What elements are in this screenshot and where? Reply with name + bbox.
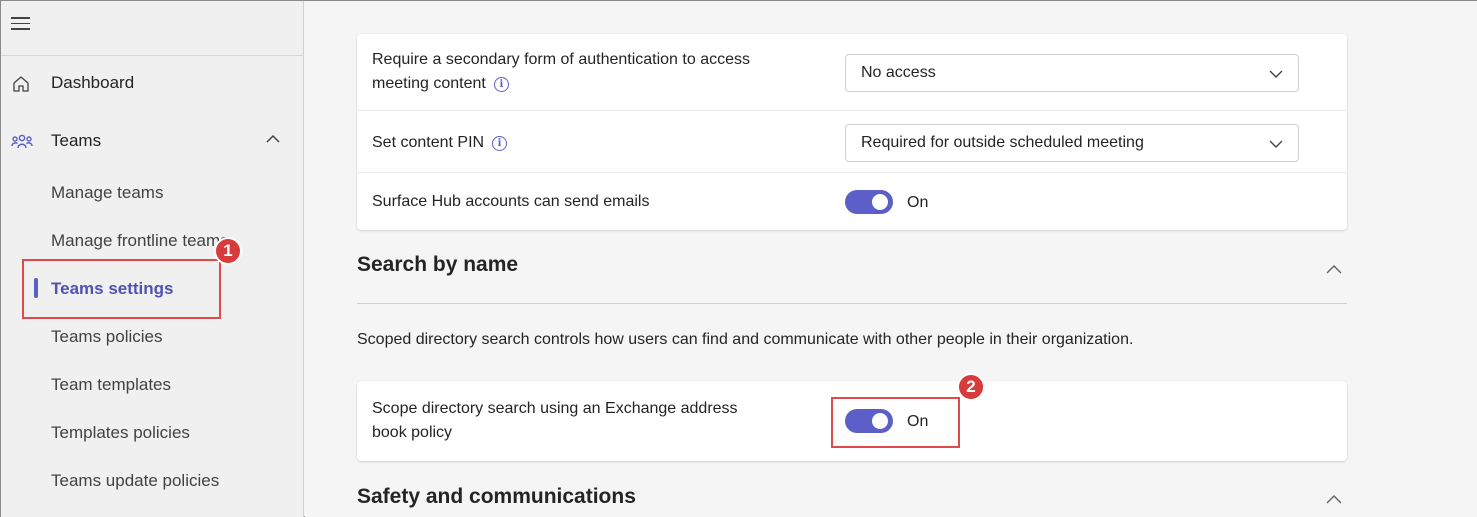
chevron-up-icon[interactable] <box>265 131 281 147</box>
surface-hub-email-toggle[interactable] <box>845 190 893 214</box>
sidebar-item-teams-policies[interactable]: Teams policies <box>51 327 163 347</box>
callout-highlight-box <box>831 397 960 448</box>
row-label: Scope directory search using an Exchange… <box>372 400 738 441</box>
sidebar-item-label: Dashboard <box>51 73 135 92</box>
callout-highlight-box <box>22 259 221 319</box>
row-label: Require a secondary form of authenticati… <box>372 51 750 92</box>
info-icon[interactable]: i <box>492 136 508 151</box>
sidebar-item-manage-frontline-teams[interactable]: Manage frontline teams <box>51 231 229 251</box>
sidebar-divider <box>1 55 304 56</box>
toggle-state-label: On <box>907 194 929 211</box>
section-title: Search by name <box>357 253 519 276</box>
sidebar-item-templates-policies[interactable]: Templates policies <box>51 423 190 443</box>
chevron-down-icon <box>1268 66 1284 82</box>
sidebar-item-team-templates[interactable]: Team templates <box>51 375 171 395</box>
sidebar-item-label: Teams <box>51 131 102 150</box>
chevron-down-icon <box>1268 136 1284 152</box>
callout-badge: 2 <box>957 373 985 401</box>
content-pin-dropdown[interactable]: Required for outside scheduled meeting <box>845 124 1299 162</box>
teams-people-icon <box>11 132 33 152</box>
info-icon[interactable]: i <box>493 77 509 92</box>
callout-badge: 1 <box>214 237 242 265</box>
hamburger-menu-icon[interactable] <box>11 17 31 31</box>
section-title: Safety and communications <box>357 485 636 508</box>
sidebar-item-manage-teams[interactable]: Manage teams <box>51 183 163 203</box>
chevron-up-icon[interactable] <box>1325 261 1343 279</box>
row-label: Surface Hub accounts can send emails <box>372 193 650 210</box>
meeting-settings-card: Require a secondary form of authenticati… <box>357 34 1347 230</box>
section-description: Scoped directory search controls how use… <box>357 331 1134 348</box>
row-divider <box>357 172 1347 173</box>
sidebar-item-teams[interactable]: Teams <box>1 121 304 161</box>
row-label: Set content PIN i <box>372 131 508 155</box>
section-divider <box>357 303 1347 304</box>
home-icon <box>11 74 31 94</box>
secondary-auth-dropdown[interactable]: No access <box>845 54 1299 92</box>
row-divider <box>357 110 1347 111</box>
chevron-up-icon[interactable] <box>1325 491 1343 509</box>
sidebar-item-teams-update-policies[interactable]: Teams update policies <box>51 471 219 491</box>
toggle-knob <box>872 194 888 210</box>
sidebar-item-dashboard[interactable]: Dashboard <box>1 63 304 103</box>
